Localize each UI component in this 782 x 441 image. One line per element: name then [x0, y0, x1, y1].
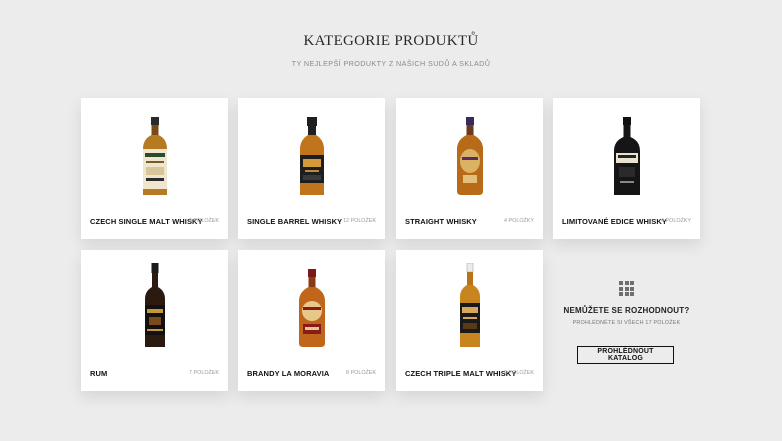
rum-bottle-icon [144, 263, 165, 347]
category-count: 6 POLOŽEK [189, 218, 219, 224]
category-count: 7 POLOŽEK [189, 370, 219, 376]
category-label: CZECH SINGLE MALT WHISKY [90, 217, 203, 226]
category-label: BRANDY LA MORAVIA [247, 369, 330, 378]
category-card-czech-triple-malt[interactable]: CZECH TRIPLE MALT WHISKY 9 POLOŽEK [396, 250, 543, 391]
category-label: RUM [90, 369, 108, 378]
category-card-rum[interactable]: RUM 7 POLOŽEK [81, 250, 228, 391]
category-count: 8 POLOŽEK [346, 370, 376, 376]
brandy-bottle-icon [298, 269, 325, 347]
whisky-bottle-icon [459, 263, 480, 347]
category-card-brandy[interactable]: BRANDY LA MORAVIA 8 POLOŽEK [238, 250, 385, 391]
section-header: KATEGORIE PRODUKTŮ TY NEJLEPŠÍ PRODUKTY … [0, 33, 782, 68]
category-label: SINGLE BARREL WHISKY [247, 217, 343, 226]
product-image [238, 98, 385, 204]
category-label: LIMITOVANÉ EDICE WHISKY [562, 217, 667, 226]
whisky-bottle-icon [299, 117, 324, 195]
category-label: STRAIGHT WHISKY [405, 217, 477, 226]
cta-subtext: PROHLÉDNĚTE SI VŠECH 17 POLOŽEK [572, 320, 681, 326]
category-card-single-barrel[interactable]: SINGLE BARREL WHISKY 12 POLOŽEK [238, 98, 385, 239]
product-image [553, 98, 700, 204]
catalog-cta: NEMŮŽETE SE ROZHODNOUT? PROHLÉDNĚTE SI V… [553, 250, 700, 391]
category-count: 4 POLOŽKY [661, 218, 691, 224]
page-subtitle: TY NEJLEPŠÍ PRODUKTY Z NAŠICH SUDŮ A SKL… [291, 59, 491, 68]
product-image [396, 250, 543, 356]
category-card-straight[interactable]: STRAIGHT WHISKY 4 POLOŽKY [396, 98, 543, 239]
product-image [396, 98, 543, 204]
product-image [81, 250, 228, 356]
category-card-limited-edition[interactable]: LIMITOVANÉ EDICE WHISKY 4 POLOŽKY [553, 98, 700, 239]
browse-catalog-button[interactable]: PROHLÉDNOUT KATALOG [577, 346, 674, 364]
product-image [238, 250, 385, 356]
category-label: CZECH TRIPLE MALT WHISKY [405, 369, 517, 378]
category-count: 12 POLOŽEK [343, 218, 376, 224]
product-image [81, 98, 228, 204]
grid-icon [619, 281, 634, 296]
category-count: 9 POLOŽEK [504, 370, 534, 376]
whisky-bottle-icon [142, 117, 167, 195]
cta-question: NEMŮŽETE SE ROZHODNOUT? [563, 306, 690, 315]
page-title: KATEGORIE PRODUKTŮ [303, 33, 479, 49]
category-card-czech-single-malt[interactable]: CZECH SINGLE MALT WHISKY 6 POLOŽEK [81, 98, 228, 239]
whisky-bottle-icon [456, 117, 483, 195]
category-count: 4 POLOŽKY [504, 218, 534, 224]
whisky-bottle-icon [613, 117, 640, 195]
